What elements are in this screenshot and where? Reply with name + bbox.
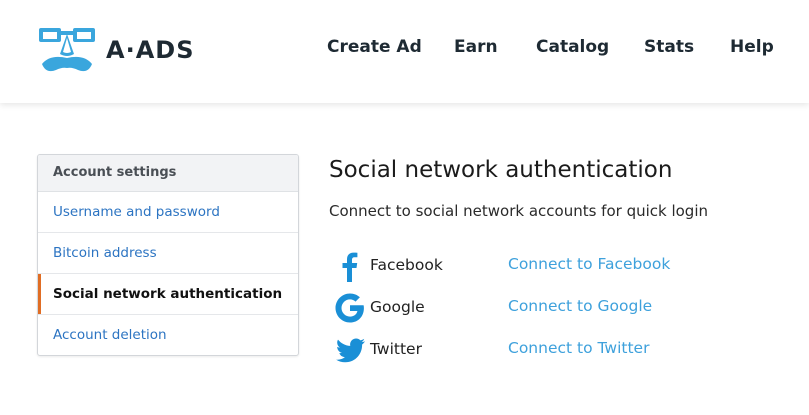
- facebook-icon: [342, 252, 358, 282]
- sidebar-item-account-deletion[interactable]: Account deletion: [38, 315, 298, 355]
- sidebar-item-username-password[interactable]: Username and password: [38, 192, 298, 233]
- main-nav: Create Ad Earn Catalog Stats Help: [0, 37, 809, 63]
- nav-create-ad[interactable]: Create Ad: [327, 37, 422, 57]
- sidebar-item-social-auth[interactable]: Social network authentication: [38, 274, 298, 315]
- top-header: A·ADS Create Ad Earn Catalog Stats Help: [0, 0, 809, 103]
- provider-name: Facebook: [370, 256, 443, 274]
- page-subtitle: Connect to social network accounts for q…: [329, 202, 709, 220]
- nav-earn[interactable]: Earn: [454, 37, 498, 57]
- provider-row-google: Google Connect to Google: [333, 291, 793, 325]
- connect-facebook-link[interactable]: Connect to Facebook: [508, 255, 670, 273]
- connect-google-link[interactable]: Connect to Google: [508, 297, 652, 315]
- connect-twitter-link[interactable]: Connect to Twitter: [508, 339, 649, 357]
- provider-row-facebook: Facebook Connect to Facebook: [333, 249, 793, 283]
- nav-stats[interactable]: Stats: [644, 37, 694, 57]
- sidebar-item-bitcoin-address[interactable]: Bitcoin address: [38, 233, 298, 274]
- sidebar-heading: Account settings: [38, 155, 298, 192]
- provider-name: Twitter: [370, 340, 422, 358]
- nav-help[interactable]: Help: [730, 37, 774, 57]
- account-settings-sidebar: Account settings Username and password B…: [37, 154, 299, 356]
- nav-catalog[interactable]: Catalog: [536, 37, 609, 57]
- provider-row-twitter: Twitter Connect to Twitter: [333, 333, 793, 367]
- page-title: Social network authentication: [329, 157, 673, 183]
- google-icon: [335, 293, 364, 323]
- twitter-icon: [336, 338, 365, 363]
- provider-name: Google: [370, 298, 425, 316]
